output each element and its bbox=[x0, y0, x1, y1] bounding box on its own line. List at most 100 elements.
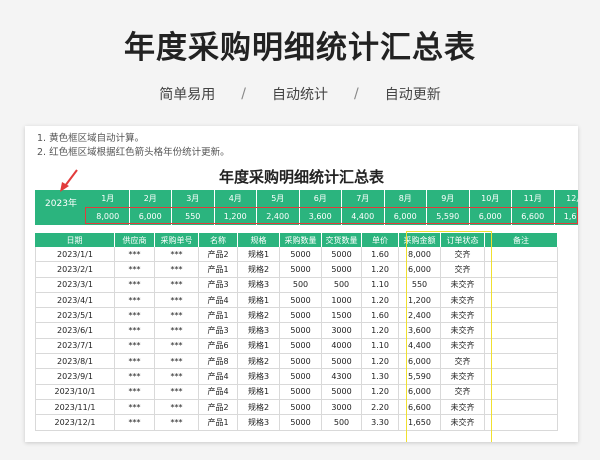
table-cell[interactable]: 3.30 bbox=[362, 415, 399, 431]
table-cell[interactable]: *** bbox=[155, 338, 199, 355]
table-cell[interactable]: 2,400 bbox=[399, 308, 441, 324]
table-cell[interactable]: *** bbox=[155, 354, 199, 370]
month-total-cell[interactable]: 1,200 bbox=[214, 207, 257, 225]
table-cell[interactable]: 未交齐 bbox=[441, 338, 485, 355]
column-header[interactable]: 名称 bbox=[199, 233, 238, 247]
table-cell[interactable]: *** bbox=[155, 415, 199, 431]
table-cell[interactable]: 5000 bbox=[280, 384, 322, 400]
table-cell[interactable]: 1.10 bbox=[362, 277, 399, 293]
table-cell[interactable]: 1.20 bbox=[362, 262, 399, 278]
month-total-cell[interactable]: 3,600 bbox=[299, 207, 342, 225]
month-total-cell[interactable]: 2,400 bbox=[257, 207, 300, 225]
table-cell[interactable]: 产品6 bbox=[199, 338, 238, 355]
table-cell[interactable] bbox=[485, 384, 558, 400]
table-cell[interactable]: 500 bbox=[280, 277, 322, 293]
table-cell[interactable]: *** bbox=[155, 323, 199, 339]
table-cell[interactable]: 产品2 bbox=[199, 399, 238, 416]
table-cell[interactable] bbox=[485, 323, 558, 339]
table-cell[interactable]: 规格1 bbox=[238, 384, 280, 400]
table-cell[interactable]: 5000 bbox=[280, 369, 322, 385]
table-cell[interactable]: 产品2 bbox=[199, 247, 238, 263]
table-cell[interactable]: 1500 bbox=[322, 308, 362, 324]
table-cell[interactable] bbox=[485, 369, 558, 385]
table-cell[interactable]: 3000 bbox=[322, 399, 362, 416]
column-header[interactable]: 规格 bbox=[238, 233, 280, 247]
table-cell[interactable]: *** bbox=[115, 354, 155, 370]
table-cell[interactable]: *** bbox=[115, 247, 155, 263]
table-cell[interactable]: 交齐 bbox=[441, 384, 485, 400]
table-cell[interactable]: 5000 bbox=[280, 415, 322, 431]
table-cell[interactable]: 5000 bbox=[322, 262, 362, 278]
table-cell[interactable]: 8,000 bbox=[399, 247, 441, 263]
table-cell[interactable]: 规格3 bbox=[238, 277, 280, 293]
table-cell[interactable]: *** bbox=[115, 399, 155, 416]
table-cell[interactable]: 规格3 bbox=[238, 369, 280, 385]
table-cell[interactable]: *** bbox=[115, 338, 155, 355]
table-cell[interactable]: *** bbox=[115, 277, 155, 293]
table-cell[interactable]: *** bbox=[115, 292, 155, 309]
table-cell[interactable]: 5000 bbox=[280, 262, 322, 278]
table-cell[interactable]: 3,600 bbox=[399, 323, 441, 339]
table-cell[interactable]: 5000 bbox=[280, 308, 322, 324]
table-cell[interactable]: *** bbox=[155, 247, 199, 263]
table-cell[interactable]: *** bbox=[115, 369, 155, 385]
table-cell[interactable]: 规格3 bbox=[238, 323, 280, 339]
table-cell[interactable]: *** bbox=[155, 277, 199, 293]
table-cell[interactable]: 4300 bbox=[322, 369, 362, 385]
month-total-cell[interactable]: 4,400 bbox=[342, 207, 385, 225]
table-cell[interactable]: 3000 bbox=[322, 323, 362, 339]
table-cell[interactable] bbox=[485, 354, 558, 370]
table-cell[interactable]: 规格2 bbox=[238, 354, 280, 370]
table-cell[interactable]: 1.60 bbox=[362, 308, 399, 324]
month-total-cell[interactable]: 5,590 bbox=[427, 207, 470, 225]
table-cell[interactable]: 1.30 bbox=[362, 369, 399, 385]
column-header[interactable]: 采购单号 bbox=[155, 233, 199, 247]
table-cell[interactable]: *** bbox=[115, 415, 155, 431]
table-cell[interactable]: 产品1 bbox=[199, 308, 238, 324]
table-cell[interactable]: 5000 bbox=[280, 354, 322, 370]
column-header[interactable]: 供应商 bbox=[115, 233, 155, 247]
table-cell[interactable]: 2023/6/1 bbox=[35, 323, 115, 339]
table-cell[interactable]: 未交齐 bbox=[441, 308, 485, 324]
table-cell[interactable]: 5,590 bbox=[399, 369, 441, 385]
table-cell[interactable]: 交齐 bbox=[441, 262, 485, 278]
table-cell[interactable]: 1.20 bbox=[362, 292, 399, 309]
table-cell[interactable]: 未交齐 bbox=[441, 277, 485, 293]
month-total-cell[interactable]: 6,000 bbox=[384, 207, 427, 225]
table-cell[interactable]: 2.20 bbox=[362, 399, 399, 416]
table-cell[interactable]: 1.60 bbox=[362, 247, 399, 263]
table-cell[interactable] bbox=[485, 247, 558, 263]
table-cell[interactable]: 500 bbox=[322, 415, 362, 431]
table-cell[interactable]: 规格1 bbox=[238, 247, 280, 263]
table-cell[interactable]: 2023/10/1 bbox=[35, 384, 115, 400]
table-cell[interactable]: 产品4 bbox=[199, 292, 238, 309]
table-cell[interactable] bbox=[485, 308, 558, 324]
table-cell[interactable] bbox=[485, 262, 558, 278]
table-cell[interactable]: 未交齐 bbox=[441, 369, 485, 385]
table-cell[interactable]: 5000 bbox=[322, 384, 362, 400]
table-cell[interactable]: 5000 bbox=[322, 247, 362, 263]
table-cell[interactable]: *** bbox=[155, 399, 199, 416]
table-cell[interactable]: *** bbox=[115, 262, 155, 278]
table-cell[interactable]: 1,200 bbox=[399, 292, 441, 309]
table-cell[interactable]: 5000 bbox=[280, 247, 322, 263]
table-cell[interactable] bbox=[485, 338, 558, 355]
table-cell[interactable]: 6,000 bbox=[399, 262, 441, 278]
table-cell[interactable]: 6,000 bbox=[399, 354, 441, 370]
table-cell[interactable]: 规格2 bbox=[238, 399, 280, 416]
column-header[interactable]: 单价 bbox=[362, 233, 399, 247]
table-cell[interactable]: 2023/5/1 bbox=[35, 308, 115, 324]
table-cell[interactable]: 产品4 bbox=[199, 369, 238, 385]
table-cell[interactable]: *** bbox=[155, 384, 199, 400]
table-cell[interactable]: 5000 bbox=[280, 338, 322, 355]
table-cell[interactable]: 2023/4/1 bbox=[35, 292, 115, 309]
table-cell[interactable]: 5000 bbox=[322, 354, 362, 370]
table-cell[interactable]: 规格2 bbox=[238, 308, 280, 324]
table-cell[interactable]: 550 bbox=[399, 277, 441, 293]
column-header[interactable]: 采购金额 bbox=[399, 233, 441, 247]
table-cell[interactable]: 产品8 bbox=[199, 354, 238, 370]
table-cell[interactable]: 产品1 bbox=[199, 415, 238, 431]
table-cell[interactable]: *** bbox=[115, 323, 155, 339]
column-header[interactable]: 订单状态 bbox=[441, 233, 485, 247]
table-cell[interactable]: 产品4 bbox=[199, 384, 238, 400]
